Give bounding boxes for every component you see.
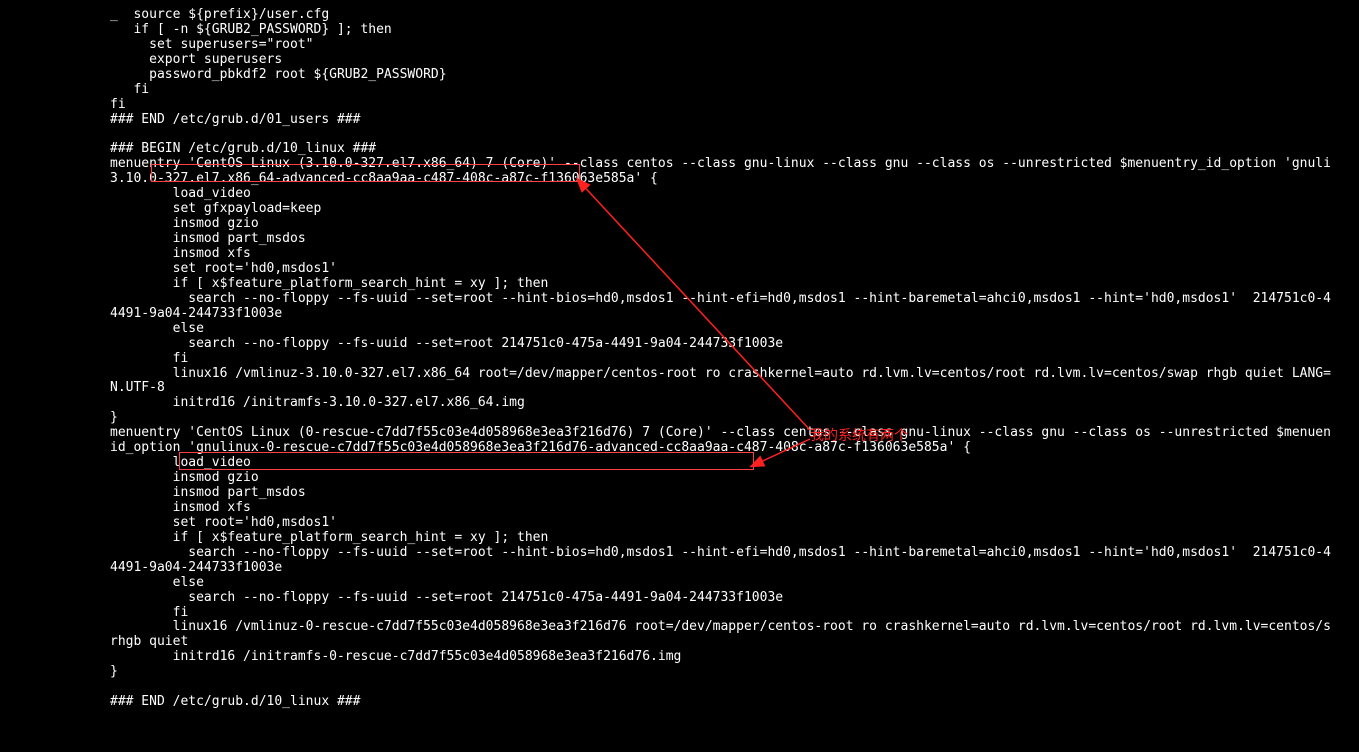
- terminal-output: _ source ${prefix}/user.cfg if [ -n ${GR…: [0, 0, 1359, 710]
- annotation-text: 我的系统有两个: [810, 427, 908, 443]
